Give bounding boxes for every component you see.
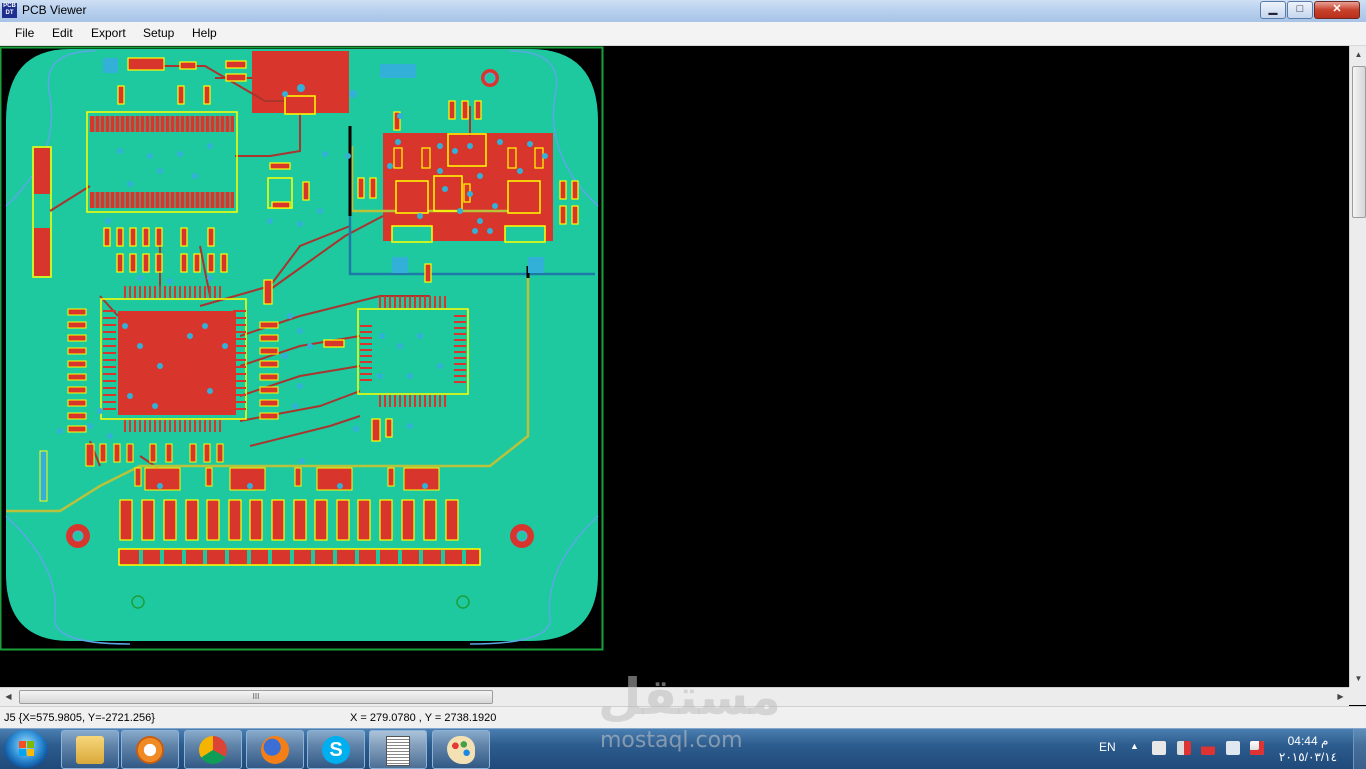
horizontal-scroll-thumb[interactable]: III xyxy=(19,690,493,704)
volume-muted-icon[interactable] xyxy=(1177,741,1191,755)
document-icon xyxy=(386,736,410,766)
menu-export[interactable]: Export xyxy=(91,26,126,40)
close-button[interactable]: ✕ xyxy=(1314,1,1360,19)
scroll-right-arrow-icon[interactable]: ▶ xyxy=(1332,688,1349,706)
firefox-icon xyxy=(261,736,289,764)
pcb-app-icon: PCB DT xyxy=(2,3,17,18)
taskbar-firefox[interactable] xyxy=(246,730,304,769)
usb-device-icon[interactable] xyxy=(1152,741,1166,755)
taskbar-skype[interactable]: S xyxy=(307,730,365,769)
action-center-icon[interactable] xyxy=(1250,741,1264,755)
watermark-url: mostaql.com xyxy=(600,728,743,753)
vertical-scrollbar[interactable]: ▲ ▼ xyxy=(1349,46,1366,687)
pcb-canvas[interactable] xyxy=(0,46,1349,687)
taskbar-explorer[interactable] xyxy=(61,730,119,769)
status-cursor-coordinates: X = 279.0780 , Y = 2738.1920 xyxy=(350,712,497,724)
menu-edit[interactable]: Edit xyxy=(52,26,73,40)
scroll-down-arrow-icon[interactable]: ▼ xyxy=(1350,670,1366,687)
language-indicator[interactable]: EN xyxy=(1099,740,1116,754)
folder-icon xyxy=(76,736,104,764)
media-player-icon xyxy=(136,736,164,764)
taskbar-paint[interactable] xyxy=(432,730,490,769)
taskbar-chrome[interactable] xyxy=(184,730,242,769)
menu-help[interactable]: Help xyxy=(192,26,217,40)
maximize-icon: □ xyxy=(1296,3,1304,15)
clock-date[interactable]: ٢٠١٥/٠٣/١٤ xyxy=(1276,750,1340,764)
taskbar-document-viewer[interactable] xyxy=(369,730,427,769)
network-signal-icon[interactable] xyxy=(1201,741,1215,755)
pcb-board-drawing[interactable] xyxy=(0,46,1349,687)
minimize-button[interactable]: ▁ xyxy=(1260,1,1286,19)
show-hidden-icons-icon[interactable]: ▲ xyxy=(1130,741,1139,751)
mcu-ground-pour xyxy=(118,311,236,415)
show-desktop-button[interactable] xyxy=(1353,729,1366,769)
window-title: PCB Viewer xyxy=(22,3,87,17)
title-bar: PCB DT PCB Viewer ▁ □ ✕ xyxy=(0,0,1366,23)
vertical-scroll-thumb[interactable] xyxy=(1352,66,1366,218)
clock-time[interactable]: 04:44 م xyxy=(1280,734,1336,748)
watermark-logo: مستقل xyxy=(598,668,781,726)
dropbox-icon[interactable] xyxy=(1226,741,1240,755)
scroll-up-arrow-icon[interactable]: ▲ xyxy=(1350,46,1366,63)
scroll-corner xyxy=(1349,687,1366,705)
status-component-position: J5 {X=575.9805, Y=-2721.256} xyxy=(4,712,155,724)
scroll-left-arrow-icon[interactable]: ◀ xyxy=(0,688,17,706)
chrome-icon xyxy=(199,736,227,764)
windows-logo-icon xyxy=(19,741,35,757)
menu-bar: File Edit Export Setup Help xyxy=(0,22,1366,46)
menu-setup[interactable]: Setup xyxy=(143,26,174,40)
maximize-button[interactable]: □ xyxy=(1287,1,1313,19)
minimize-icon: ▁ xyxy=(1268,3,1278,15)
taskbar-media-player[interactable] xyxy=(121,730,179,769)
paint-palette-icon xyxy=(447,736,475,764)
usb-pads xyxy=(284,95,316,115)
edge-connector xyxy=(118,548,481,566)
close-icon: ✕ xyxy=(1332,3,1342,15)
skype-icon: S xyxy=(322,736,350,764)
start-button[interactable] xyxy=(4,730,48,768)
menu-file[interactable]: File xyxy=(15,26,34,40)
